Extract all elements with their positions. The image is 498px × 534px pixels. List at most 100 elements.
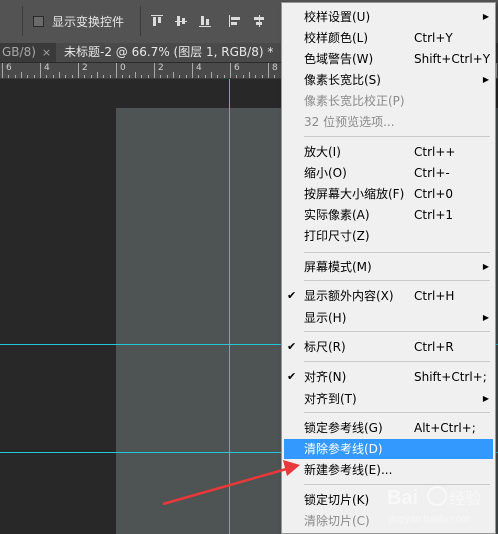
menu-item-shortcut: Ctrl+R xyxy=(414,340,454,354)
checkmark-icon: ✔ xyxy=(287,340,297,353)
ruler-tick xyxy=(97,72,98,78)
watermark-url: jingyan.baidu.com xyxy=(388,514,470,525)
menu-item[interactable]: ✔ 标尺(R) Ctrl+R xyxy=(284,337,493,357)
menu-separator xyxy=(304,136,490,137)
vertical-guide[interactable] xyxy=(229,79,230,534)
ruler-tick xyxy=(27,75,28,78)
ruler-label: 6 xyxy=(6,63,12,73)
menu-item-label: 校样设置(U) xyxy=(304,10,371,24)
ruler-tick xyxy=(167,75,168,78)
menu-item[interactable]: 像素长宽比(S) ▶ xyxy=(284,70,493,90)
align-vertical-center-icon[interactable] xyxy=(174,14,188,28)
ruler-label: 4 xyxy=(44,63,50,73)
menu-item-label: 打印尺寸(Z) xyxy=(304,229,370,243)
ruler-tick xyxy=(65,75,66,78)
close-tab-icon[interactable]: × xyxy=(42,43,51,62)
tab-label: 未标题-2 @ 66.7% (图层 1, RGB/8) * xyxy=(64,45,274,59)
menu-item-label: 显示额外内容(X) xyxy=(304,289,394,303)
align-top-icon[interactable] xyxy=(150,14,164,28)
ruler-tick xyxy=(217,75,218,78)
ruler-tick xyxy=(15,75,16,78)
ruler-tick xyxy=(116,63,117,78)
ruler-tick xyxy=(53,75,54,78)
menu-item-label: 色域警告(W) xyxy=(304,52,374,66)
menu-item[interactable]: 打印尺寸(Z) xyxy=(284,226,493,246)
menu-item[interactable]: 屏幕模式(M) ▶ xyxy=(284,257,493,277)
menu-separator xyxy=(304,331,490,332)
ruler-tick xyxy=(91,75,92,78)
menu-item-shortcut: Shift+Ctrl+; xyxy=(414,370,487,384)
options-separator xyxy=(22,6,23,36)
ruler-tick xyxy=(59,72,60,78)
ruler-tick xyxy=(40,63,41,78)
ruler-tick xyxy=(198,75,199,78)
ruler-tick xyxy=(2,63,3,78)
show-transform-label: 显示变换控件 xyxy=(52,15,125,29)
menu-item-label: 锁定参考线(G) xyxy=(304,421,383,435)
ruler-tick xyxy=(243,75,244,78)
ruler-tick xyxy=(154,63,155,78)
options-separator xyxy=(140,6,141,36)
ruler-label: 8 xyxy=(272,63,278,73)
ruler-tick xyxy=(148,75,149,78)
menu-item-label: 缩小(O) xyxy=(304,166,347,180)
menu-item-shortcut: Ctrl+H xyxy=(414,289,455,303)
menu-item-shortcut: Ctrl++ xyxy=(414,145,456,159)
align-bottom-icon[interactable] xyxy=(198,14,212,28)
menu-item-label: 清除参考线(D) xyxy=(304,442,383,456)
show-transform-checkbox[interactable] xyxy=(33,16,44,27)
ruler-tick xyxy=(21,72,22,78)
ruler-tick xyxy=(129,75,130,78)
checkmark-icon: ✔ xyxy=(287,370,297,383)
menu-item[interactable]: 清除参考线(D) xyxy=(284,439,493,459)
menu-separator xyxy=(304,412,490,413)
menu-separator xyxy=(304,361,490,362)
submenu-arrow-icon: ▶ xyxy=(482,313,489,322)
menu-item[interactable]: 按屏幕大小缩放(F) Ctrl+0 xyxy=(284,184,493,204)
submenu-arrow-icon: ▶ xyxy=(482,75,489,84)
menu-item-shortcut: Shift+Ctrl+Y xyxy=(414,52,491,66)
menu-item[interactable]: 放大(I) Ctrl++ xyxy=(284,142,493,162)
menu-item[interactable]: 缩小(O) Ctrl+- xyxy=(284,163,493,183)
menu-item: 像素长宽比校正(P) xyxy=(284,91,493,111)
ruler-label: 0 xyxy=(120,63,126,73)
tab-previous-document[interactable]: GB/8) × xyxy=(0,43,54,62)
ruler-tick xyxy=(268,63,269,78)
ruler-tick xyxy=(274,75,275,78)
submenu-arrow-icon: ▶ xyxy=(482,394,489,403)
menu-separator xyxy=(304,252,490,253)
ruler-tick xyxy=(224,75,225,78)
menu-item[interactable]: ✔ 显示额外内容(X) Ctrl+H xyxy=(284,286,493,306)
menu-item-shortcut: Alt+Ctrl+; xyxy=(414,421,476,435)
submenu-arrow-icon: ▶ xyxy=(482,12,489,21)
ruler-tick xyxy=(179,75,180,78)
menu-item-shortcut: Ctrl+1 xyxy=(414,208,454,222)
menu-item-label: 校样颜色(L) xyxy=(304,31,369,45)
menu-item-label: 放大(I) xyxy=(304,145,341,159)
menu-item-label: 32 位预览选项... xyxy=(304,115,395,129)
menu-item[interactable]: 色域警告(W) Shift+Ctrl+Y xyxy=(284,49,493,69)
menu-item[interactable]: 校样设置(U) ▶ xyxy=(284,7,493,27)
ruler-tick xyxy=(34,75,35,78)
watermark-logo: Bai 经验 jingyan.baidu.com xyxy=(387,486,481,525)
ruler-tick xyxy=(84,75,85,78)
align-horizontal-center-icon[interactable] xyxy=(252,14,266,28)
menu-item[interactable]: 对齐到(T) ▶ xyxy=(284,389,493,409)
menu-item[interactable]: 实际像素(A) Ctrl+1 xyxy=(284,205,493,225)
ruler-tick xyxy=(135,72,136,78)
checkmark-icon: ✔ xyxy=(287,289,297,302)
tab-active-document[interactable]: 未标题-2 @ 66.7% (图层 1, RGB/8) *× xyxy=(56,43,289,62)
ruler-tick xyxy=(8,75,9,78)
menu-item[interactable]: 显示(H) ▶ xyxy=(284,308,493,328)
menu-item[interactable]: 新建参考线(E)... xyxy=(284,460,493,480)
menu-item[interactable]: ✔ 对齐(N) Shift+Ctrl+; xyxy=(284,367,493,387)
ruler-tick xyxy=(173,72,174,78)
align-left-icon[interactable] xyxy=(228,14,242,28)
menu-item-label: 实际像素(A) xyxy=(304,208,370,222)
menu-item[interactable]: 锁定参考线(G) Alt+Ctrl+; xyxy=(284,418,493,438)
menu-item[interactable]: 校样颜色(L) Ctrl+Y xyxy=(284,28,493,48)
menu-item-label: 按屏幕大小缩放(F) xyxy=(304,187,405,201)
ruler-tick xyxy=(255,75,256,78)
menu-item-shortcut: Ctrl+- xyxy=(414,166,450,180)
ruler-tick xyxy=(141,75,142,78)
